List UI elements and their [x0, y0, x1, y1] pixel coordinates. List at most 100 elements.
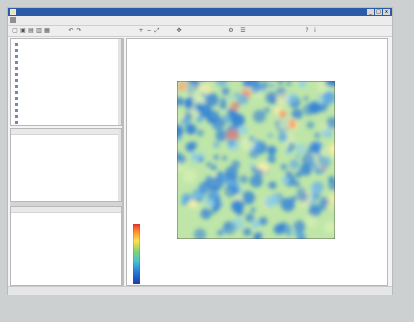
window-titlebar[interactable]: _ □ x — [8, 8, 392, 16]
close-button[interactable]: x — [383, 9, 390, 15]
heatmap-blob — [281, 197, 295, 212]
heatmap-blob — [194, 102, 204, 111]
new-icon[interactable]: ▢ — [12, 28, 18, 34]
heatmap-blob — [251, 219, 261, 229]
heatmap-blob — [185, 142, 196, 152]
zoom-in-icon[interactable]: + — [138, 28, 144, 34]
tree-scrollbar[interactable] — [118, 39, 121, 125]
heatmap-blob — [231, 160, 241, 169]
zoom-out-icon[interactable]: − — [146, 28, 152, 34]
heatmap-blob — [203, 86, 209, 92]
heatmap-blob — [227, 94, 234, 101]
document-area[interactable] — [126, 38, 388, 286]
heatmap-blob — [248, 136, 254, 142]
heatmap-blob — [278, 110, 287, 118]
row-key — [11, 185, 62, 190]
heatmap-blob — [295, 143, 307, 155]
folder-icon — [15, 84, 18, 88]
heatmap-blob — [205, 197, 214, 207]
undo-icon[interactable]: ↶ — [68, 28, 74, 34]
folder-icon — [15, 114, 18, 118]
menubar — [8, 16, 392, 26]
heatmap-blob — [249, 163, 254, 169]
save-icon[interactable]: ▤ — [28, 28, 34, 34]
heatmap-blob — [322, 91, 335, 105]
row-key — [11, 253, 62, 258]
tool-icon[interactable]: ⚙ — [228, 28, 234, 34]
copy-icon[interactable]: ▦ — [44, 28, 50, 34]
screen: _ □ x ▢ ▣ ▤ ▥ ▦ ↶ ↷ + − ⤢ ✥ ⚙ ☰ ? i — [8, 8, 392, 295]
heatmap-blob — [238, 125, 248, 135]
color-legend — [133, 224, 140, 284]
heatmap-blob — [257, 232, 263, 238]
heatmap-blob — [222, 155, 227, 161]
folder-icon — [15, 120, 18, 124]
heatmap-blob — [259, 86, 266, 93]
heatmap-blob — [280, 163, 288, 171]
minimize-button[interactable]: _ — [367, 9, 374, 15]
print-icon[interactable]: ▥ — [36, 28, 42, 34]
properties-pane — [10, 128, 122, 202]
properties-scrollbar[interactable] — [118, 129, 121, 201]
heatmap-blob — [210, 191, 219, 200]
heatmap-blob — [249, 174, 263, 188]
folder-icon — [15, 90, 18, 94]
maximize-button[interactable]: □ — [375, 9, 382, 15]
heatmap-blob — [295, 153, 301, 159]
menu-app-icon[interactable] — [10, 17, 16, 23]
info-icon[interactable]: i — [312, 28, 318, 34]
vertical-splitter[interactable] — [122, 38, 124, 290]
table-row[interactable] — [11, 253, 121, 258]
heatmap-blob — [310, 181, 324, 195]
fit-icon[interactable]: ⤢ — [154, 28, 160, 34]
heatmap-blob — [190, 153, 200, 163]
folder-icon — [15, 102, 18, 106]
folder-icon — [15, 78, 18, 82]
settings-icon[interactable]: ☰ — [240, 28, 246, 34]
help-icon[interactable]: ? — [304, 28, 310, 34]
folder-icon — [15, 48, 18, 52]
folder-icon — [15, 60, 18, 64]
heatmap-blob — [267, 133, 273, 138]
heatmap-blob — [302, 103, 315, 116]
folder-icon — [15, 54, 18, 58]
heatmap-blob — [269, 194, 280, 205]
heatmap-blob — [180, 114, 184, 119]
heatmap-blob — [303, 96, 309, 101]
heatmap-blob — [213, 154, 219, 160]
properties-header-value — [15, 129, 19, 134]
values-pane — [10, 206, 122, 286]
tree-item[interactable] — [11, 119, 121, 125]
heatmap-blob — [310, 206, 315, 211]
heatmap-blob — [291, 108, 303, 120]
heatmap-blob — [239, 175, 248, 184]
surface-heatmap[interactable] — [177, 81, 335, 239]
heatmap-blob — [241, 191, 255, 205]
heatmap-blob — [204, 181, 210, 186]
heatmap-blob — [314, 132, 321, 139]
heatmap-blob — [267, 154, 276, 164]
heatmap-blob — [328, 176, 335, 183]
heatmap-blob — [211, 117, 225, 131]
table-row[interactable] — [11, 185, 121, 190]
heatmap-blob — [293, 220, 306, 233]
folder-icon — [15, 42, 18, 46]
pan-icon[interactable]: ✥ — [176, 28, 182, 34]
heatmap-blob — [295, 171, 302, 178]
heatmap-blob — [209, 176, 224, 191]
tree-list — [11, 39, 121, 125]
app-icon — [10, 9, 16, 15]
heatmap-blob — [215, 129, 227, 142]
heatmap-blob — [181, 199, 188, 206]
open-icon[interactable]: ▣ — [20, 28, 26, 34]
heatmap-blob — [288, 142, 296, 150]
heatmap-blob — [311, 147, 316, 152]
heatmap-blob — [183, 83, 197, 98]
heatmap-blob — [221, 87, 230, 96]
heatmap-blob — [222, 221, 237, 235]
redo-icon[interactable]: ↷ — [76, 28, 82, 34]
heatmap-blob — [267, 145, 277, 156]
heatmap-blob — [243, 227, 252, 237]
heatmap-blob — [286, 224, 292, 230]
row-value — [62, 185, 121, 190]
